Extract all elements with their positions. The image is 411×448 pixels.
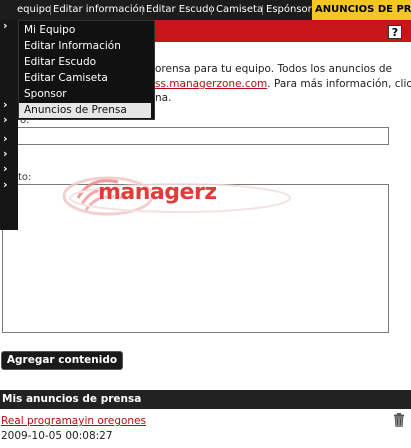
nav-separator [262,5,263,15]
nav-item-camiseta[interactable]: Camiseta [216,0,263,20]
chevron-right-icon[interactable]: › [3,133,8,145]
title-input[interactable] [2,127,389,145]
my-ads-heading: Mis anuncios de prensa [0,390,411,409]
menu-item-anuncios-de-prensa[interactable]: Anuncios de Prensa [19,103,151,118]
chevron-right-icon[interactable]: › [3,179,8,191]
nav-separator [142,5,143,15]
nav-item-editar-escudo[interactable]: Editar Escudo [146,0,215,20]
intro-line-2: ss.managerzone.com. Para más información… [155,78,411,90]
help-icon[interactable]: ? [388,25,402,39]
menu-item-mi-equipo[interactable]: Mi Equipo [19,23,151,38]
ad-title-link[interactable]: Real programayin oregones [1,415,146,427]
intro-line-2-rest: . Para más información, click [267,78,411,90]
add-content-button[interactable]: Agregar contenido [1,351,123,370]
trash-icon[interactable] [393,413,405,427]
intro-line-3: na. [155,92,172,104]
nav-item-anuncios-de-prensa[interactable]: ANUNCIOS DE PRENSA [312,0,411,20]
chevron-right-icon[interactable]: › [3,99,8,111]
intro-line-1: orensa para tu equipo. Todos los anuncio… [155,63,392,75]
chevron-right-icon[interactable]: › [3,114,8,126]
chevron-right-icon[interactable]: › [3,163,8,175]
menu-item-editar-informacion[interactable]: Editar Información [19,39,151,54]
team-dropdown-menu: Mi Equipo Editar Información Editar Escu… [18,20,155,120]
content-field-label: to: [18,172,32,183]
ad-date: 2009-10-05 00:08:27 [1,430,113,442]
nav-separator [50,5,51,15]
nav-item-equipo[interactable]: equipo [17,0,51,20]
menu-item-editar-escudo[interactable]: Editar Escudo [19,55,151,70]
menu-item-sponsor[interactable]: Sponsor [19,87,151,102]
nav-item-esponsor[interactable]: Espónsor [266,0,312,20]
chevron-right-icon[interactable]: › [3,148,8,160]
watermark-text: managerz [98,180,217,205]
nav-separator [211,5,212,15]
managerzone-link[interactable]: ss.managerzone.com [155,78,267,90]
nav-item-editar-informacion[interactable]: Editar información [53,0,145,20]
chevron-right-icon[interactable]: › [3,20,8,32]
menu-item-editar-camiseta[interactable]: Editar Camiseta [19,71,151,86]
